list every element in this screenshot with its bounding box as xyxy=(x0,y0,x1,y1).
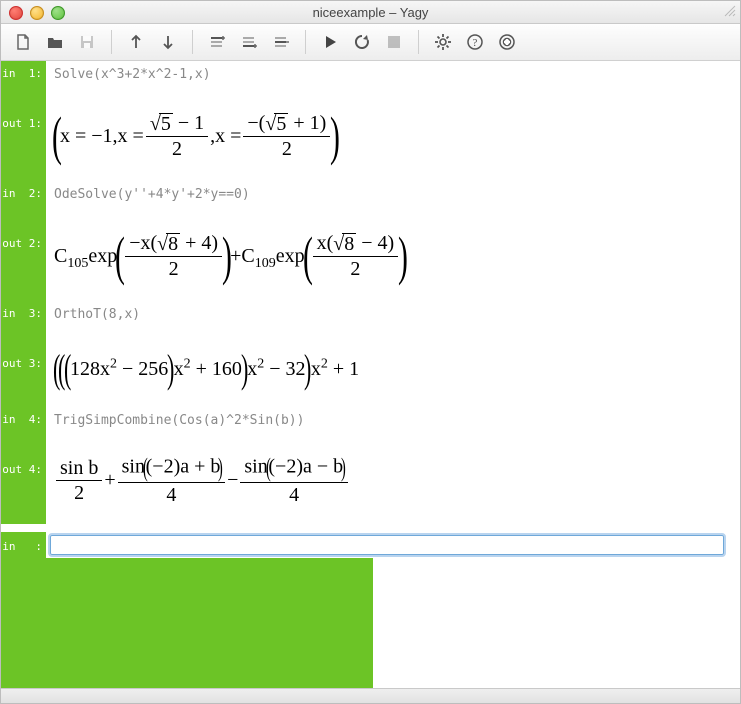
fraction: sin((−2)a − b) 4 xyxy=(240,455,347,506)
fraction: −x(√8 + 4) 2 xyxy=(125,232,222,280)
reload-button[interactable] xyxy=(350,30,374,54)
statusbar xyxy=(1,688,740,703)
run-button[interactable] xyxy=(318,30,342,54)
cell-out-2: out 2: C105 exp ( −x(√8 + 4) 2 ) + C109 … xyxy=(1,211,740,301)
math-text: + xyxy=(104,469,115,492)
zoom-window-button[interactable] xyxy=(51,6,65,20)
live-input-wrap xyxy=(46,532,740,558)
cell-label: out 1: xyxy=(1,91,46,181)
math-text: x = xyxy=(118,125,144,148)
fraction: sin b 2 xyxy=(56,457,102,504)
math-text: x = xyxy=(215,125,241,148)
cell-output: ( x = −1 , x = √5 − 1 2 , x = xyxy=(46,91,740,181)
blank-area xyxy=(373,558,741,688)
cell-out-1: out 1: ( x = −1 , x = √5 − 1 2 , x = xyxy=(1,91,740,181)
cell-in-3[interactable]: in 3: OrthoT(8,x) xyxy=(1,301,740,331)
cell-code[interactable]: Solve(x^3+2*x^2-1,x) xyxy=(46,61,740,91)
open-file-button[interactable] xyxy=(43,30,67,54)
cell-label: out 4: xyxy=(1,437,46,524)
insert-above-button[interactable] xyxy=(205,30,229,54)
cell-in-live[interactable]: in : xyxy=(1,532,740,558)
stop-button[interactable] xyxy=(382,30,406,54)
target-button[interactable] xyxy=(495,30,519,54)
titlebar: niceexample – Yagy xyxy=(1,1,740,24)
cell-label: in : xyxy=(1,532,46,558)
svg-text:?: ? xyxy=(473,37,478,49)
new-file-button[interactable] xyxy=(11,30,35,54)
cell-out-3: out 3: ((( 128x2 − 256 ) x2 + 160 ) x2 −… xyxy=(1,331,740,407)
toolbar: ? xyxy=(1,24,740,61)
close-window-button[interactable] xyxy=(9,6,23,20)
math-text: 128x2 − 256 xyxy=(70,358,168,381)
cell-output: ((( 128x2 − 256 ) x2 + 160 ) x2 − 32 ) x… xyxy=(46,331,740,407)
math-text: x = −1 xyxy=(60,125,113,148)
app-window: niceexample – Yagy xyxy=(0,0,741,704)
math-text: − xyxy=(227,469,238,492)
cell-code[interactable]: TrigSimpCombine(Cos(a)^2*Sin(b)) xyxy=(46,407,740,437)
cell-code[interactable]: OrthoT(8,x) xyxy=(46,301,740,331)
resize-icon[interactable] xyxy=(723,4,737,18)
notebook-area[interactable]: in 1: Solve(x^3+2*x^2-1,x) out 1: ( x = … xyxy=(1,61,740,688)
math-text: exp xyxy=(276,245,305,268)
live-input[interactable] xyxy=(50,535,724,555)
cell-code[interactable]: OdeSolve(y''+4*y'+2*y==0) xyxy=(46,181,740,211)
cell-output: sin b 2 + sin((−2)a + b) 4 − sin((−2)a − xyxy=(46,437,740,524)
insert-below-button[interactable] xyxy=(237,30,261,54)
settings-button[interactable] xyxy=(431,30,455,54)
fraction: sin((−2)a + b) 4 xyxy=(118,455,225,506)
move-down-button[interactable] xyxy=(156,30,180,54)
traffic-lights xyxy=(9,6,65,20)
fraction: √5 − 1 2 xyxy=(146,112,208,160)
cell-label: in 4: xyxy=(1,407,46,437)
cell-label: out 3: xyxy=(1,331,46,407)
fraction: −(√5 + 1) 2 xyxy=(243,112,330,160)
math-text: exp xyxy=(88,245,117,268)
gutter xyxy=(1,558,373,688)
help-button[interactable]: ? xyxy=(463,30,487,54)
cell-label: out 2: xyxy=(1,211,46,301)
cell-out-4: out 4: sin b 2 + sin((−2)a + b) 4 − xyxy=(1,437,740,524)
cell-in-1[interactable]: in 1: Solve(x^3+2*x^2-1,x) xyxy=(1,61,740,91)
math-text: x2 + 1 xyxy=(311,358,359,381)
minimize-window-button[interactable] xyxy=(30,6,44,20)
math-text: x2 − 32 xyxy=(247,358,305,381)
math-text: C105 xyxy=(54,245,88,268)
math-text: x2 + 160 xyxy=(174,358,242,381)
cell-label: in 2: xyxy=(1,181,46,211)
cell-label: in 3: xyxy=(1,301,46,331)
cell-in-2[interactable]: in 2: OdeSolve(y''+4*y'+2*y==0) xyxy=(1,181,740,211)
math-text: C109 xyxy=(241,245,275,268)
cell-in-4[interactable]: in 4: TrigSimpCombine(Cos(a)^2*Sin(b)) xyxy=(1,407,740,437)
save-button[interactable] xyxy=(75,30,99,54)
move-up-button[interactable] xyxy=(124,30,148,54)
fraction: x(√8 − 4) 2 xyxy=(313,232,399,280)
window-title: niceexample – Yagy xyxy=(1,5,740,20)
cell-output: C105 exp ( −x(√8 + 4) 2 ) + C109 exp ( xyxy=(46,211,740,301)
cell-label: in 1: xyxy=(1,61,46,91)
delete-cell-button[interactable] xyxy=(269,30,293,54)
